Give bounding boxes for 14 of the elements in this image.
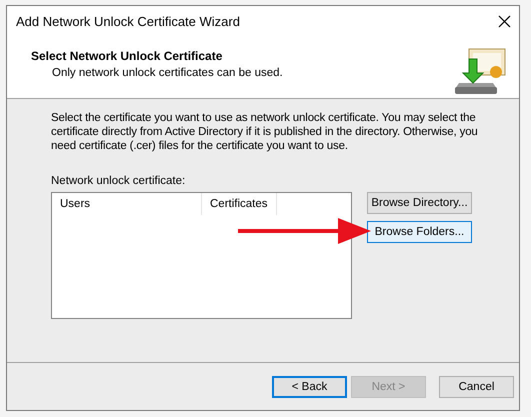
cancel-button[interactable]: Cancel	[439, 376, 514, 398]
certificate-icon	[455, 47, 507, 95]
column-header[interactable]: Users	[52, 193, 202, 216]
certificate-list[interactable]: Users Certificates	[51, 192, 352, 320]
close-icon[interactable]	[498, 15, 511, 28]
list-label: Network unlock certificate:	[51, 174, 186, 189]
page-subtitle: Only network unlock certificates can be used.	[51, 66, 283, 81]
page-title: Select Network Unlock Certificate	[31, 48, 224, 65]
window-title: Add Network Unlock Certificate Wizard	[16, 12, 240, 31]
back-button[interactable]: < Back	[272, 376, 347, 398]
browse-button[interactable]: Browse Folders...	[367, 221, 472, 244]
browse-button[interactable]: Browse Directory...	[367, 192, 472, 214]
column-header[interactable]: Certificates	[202, 193, 277, 216]
description-text: Select the certificate you want to use as network unlock certificate. You may select the certificate directly from Active Directory if it is published in the directory. Otherwise, you need certificate (.cer) files for the certificate you want to use.	[51, 111, 479, 153]
